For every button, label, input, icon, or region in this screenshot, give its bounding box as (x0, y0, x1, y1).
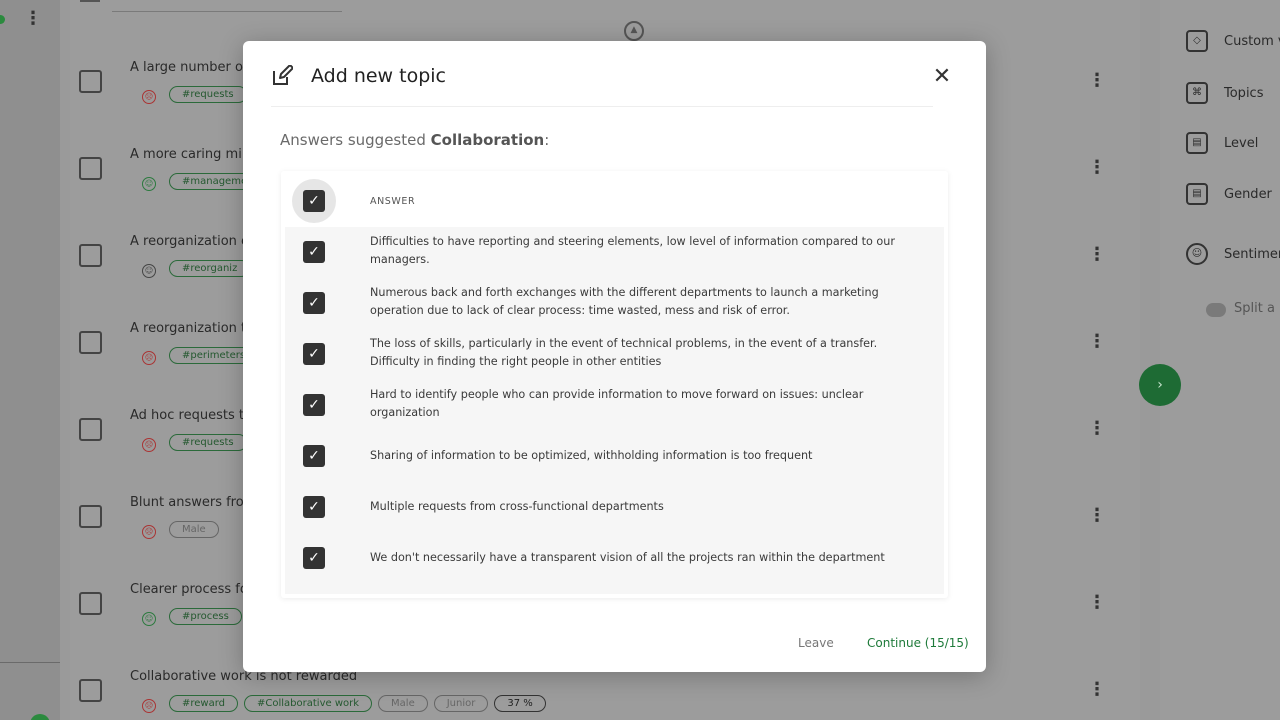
column-header-answer: ANSWER (370, 196, 416, 207)
header-divider (271, 106, 933, 107)
answer-checkbox[interactable]: ✓ (303, 547, 325, 569)
row-title: Blunt answers fro (130, 495, 244, 510)
filter-label: Level (1224, 135, 1259, 151)
topics-icon: ⌘ (1186, 82, 1208, 104)
modal-title: Add new topic (311, 65, 446, 87)
row-checkbox[interactable] (79, 679, 102, 702)
answer-checkbox[interactable]: ✓ (303, 343, 325, 365)
answer-text: Hard to identify people who can provide … (370, 388, 864, 419)
answer-checkbox[interactable]: ✓ (303, 394, 325, 416)
answer-text: We don't necessarily have a transparent … (370, 551, 885, 564)
filter-item[interactable]: ▤ Gender (1186, 183, 1272, 205)
leave-button[interactable]: Leave (798, 636, 834, 650)
answer-checkbox[interactable]: ✓ (303, 445, 325, 467)
row-title: A reorganization t (130, 321, 247, 336)
table-row[interactable]: ✓ Numerous back and forth exchanges with … (285, 278, 944, 329)
answer-text: The loss of skills, particularly in the … (370, 337, 878, 368)
table-row[interactable]: ✓ Difficulties to have reporting and stee… (285, 227, 944, 278)
close-icon[interactable]: ✕ (931, 66, 953, 88)
filter-item[interactable]: ⌘ Topics (1186, 82, 1263, 104)
split-toggle[interactable] (1206, 303, 1226, 317)
filter-item[interactable]: ▤ Level (1186, 132, 1258, 154)
subtitle-suffix: : (544, 131, 550, 149)
tag-chip[interactable]: Male (378, 695, 428, 712)
filter-label: Gender (1224, 186, 1272, 202)
more-options-icon[interactable]: ⋮ (24, 8, 42, 29)
tag-icon: ◇ (1186, 30, 1208, 52)
tag-chip[interactable]: Junior (433, 695, 489, 712)
row-title: A large number o (130, 60, 243, 75)
filter-item[interactable]: ◇ Custom v (1186, 30, 1280, 52)
answer-checkbox[interactable]: ✓ (303, 496, 325, 518)
select-all-checkbox[interactable]: ✓ (303, 190, 325, 212)
row-more-icon[interactable]: ⋮ (1088, 679, 1106, 700)
row-tags: #reward #Collaborative work Male Junior 37 % (169, 695, 546, 712)
filter-item[interactable]: ☺ Sentimen (1186, 243, 1280, 265)
table-row[interactable]: ✓ Multiple requests from cross-functional… (285, 482, 944, 533)
status-dot-bottom (30, 714, 50, 720)
left-rail: ⋮ (0, 0, 60, 720)
subtitle-prefix: Answers suggested (280, 131, 431, 149)
table-row[interactable]: ✓ Hard to identify people who can provide… (285, 380, 944, 431)
answers-table: ✓ ANSWER ✓ Difficulties to have reporting… (281, 171, 948, 598)
next-page-button[interactable]: › (1139, 364, 1181, 406)
gender-icon: ▤ (1186, 183, 1208, 205)
status-dot (0, 15, 5, 24)
answer-text: Difficulties to have reporting and steer… (370, 235, 895, 266)
answer-text: Numerous back and forth exchanges with t… (370, 286, 879, 317)
sentiment-icon: ☹ (142, 699, 156, 713)
table-row[interactable]: ✓ Sharing of information to be optimized,… (285, 431, 944, 482)
answer-text: Sharing of information to be optimized, … (370, 449, 813, 462)
answer-checkbox[interactable]: ✓ (303, 241, 325, 263)
answer-checkbox[interactable]: ✓ (303, 292, 325, 314)
edit-icon (271, 64, 294, 87)
add-topic-modal: Add new topic ✕ Answers suggested Collab… (243, 41, 986, 672)
modal-subtitle: Answers suggested Collaboration: (280, 131, 549, 149)
table-row[interactable]: ✓ The loss of skills, particularly in the… (285, 329, 944, 380)
level-icon: ▤ (1186, 132, 1208, 154)
divider (0, 662, 60, 663)
filter-label: Custom v (1224, 33, 1280, 49)
tag-chip[interactable]: #Collaborative work (244, 695, 373, 712)
filter-label: Topics (1224, 85, 1264, 101)
tag-chip[interactable]: 37 % (494, 695, 546, 712)
continue-button[interactable]: Continue (15/15) (867, 636, 969, 650)
filters-panel: ◇ Custom v ⌘ Topics ▤ Level ▤ Gender ☺ Sentimen S… (1160, 0, 1280, 720)
answer-text: Multiple requests from cross-functional … (370, 500, 664, 513)
answer-rows: ✓ Difficulties to have reporting and stee… (285, 227, 944, 594)
modal-header: Add new topic (271, 64, 446, 87)
smiley-icon: ☺ (1186, 243, 1208, 265)
row-title: Clearer process fo (130, 582, 248, 597)
subtitle-topic: Collaboration (430, 131, 545, 149)
row-title: Ad hoc requests t (130, 408, 244, 423)
filter-label: Sentimen (1224, 246, 1280, 262)
row-title: A more caring mi (130, 147, 242, 162)
tag-chip[interactable]: #reward (169, 695, 239, 712)
table-row[interactable]: ✓ We don't necessarily have a transparent… (285, 533, 944, 584)
row-title: A reorganization c (130, 234, 249, 249)
table-header: ✓ ANSWER (281, 171, 948, 227)
split-label: Split a (1234, 301, 1275, 316)
